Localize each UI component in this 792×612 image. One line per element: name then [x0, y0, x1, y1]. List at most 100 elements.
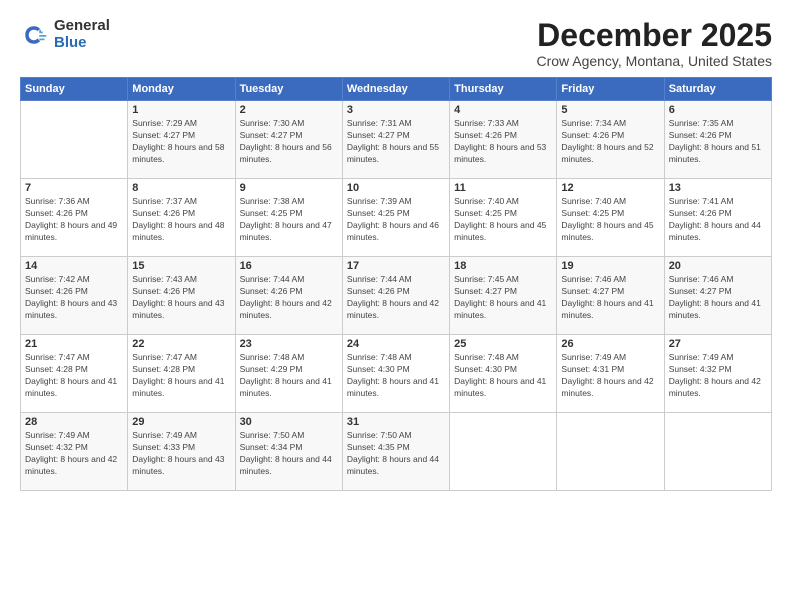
day-number: 8: [132, 182, 230, 194]
calendar-cell: 13 Sunrise: 7:41 AMSunset: 4:26 PMDayligh…: [664, 179, 771, 257]
calendar-cell: 2 Sunrise: 7:30 AMSunset: 4:27 PMDaylight…: [235, 101, 342, 179]
calendar-cell: 3 Sunrise: 7:31 AMSunset: 4:27 PMDaylight…: [342, 101, 449, 179]
day-number: 3: [347, 104, 445, 116]
calendar-cell: 22Sunrise: 7:47 AMSunset: 4:28 PMDayligh…: [128, 335, 235, 413]
header-wednesday: Wednesday: [342, 78, 449, 101]
cell-info: Sunrise: 7:41 AMSunset: 4:26 PMDaylight:…: [669, 196, 767, 244]
cell-info: Sunrise: 7:50 AMSunset: 4:34 PMDaylight:…: [240, 430, 338, 478]
cell-info: Sunrise: 7:33 AMSunset: 4:26 PMDaylight:…: [454, 118, 552, 166]
day-number: 12: [561, 182, 659, 194]
calendar-cell: 28Sunrise: 7:49 AMSunset: 4:32 PMDayligh…: [21, 413, 128, 491]
week-row-1: 7 Sunrise: 7:36 AMSunset: 4:26 PMDaylight…: [21, 179, 772, 257]
calendar-cell: 21Sunrise: 7:47 AMSunset: 4:28 PMDayligh…: [21, 335, 128, 413]
day-number: 30: [240, 416, 338, 428]
calendar-cell: 10Sunrise: 7:39 AMSunset: 4:25 PMDayligh…: [342, 179, 449, 257]
calendar-cell: 5Sunrise: 7:34 AMSunset: 4:26 PMDaylight…: [557, 101, 664, 179]
cell-info: Sunrise: 7:36 AMSunset: 4:26 PMDaylight:…: [25, 196, 123, 244]
location-subtitle: Crow Agency, Montana, United States: [536, 53, 772, 69]
day-number: 16: [240, 260, 338, 272]
week-row-0: 1Sunrise: 7:29 AMSunset: 4:27 PMDaylight…: [21, 101, 772, 179]
cell-info: Sunrise: 7:40 AMSunset: 4:25 PMDaylight:…: [561, 196, 659, 244]
cell-info: Sunrise: 7:49 AMSunset: 4:32 PMDaylight:…: [25, 430, 123, 478]
day-number: 7: [25, 182, 123, 194]
calendar-cell: [21, 101, 128, 179]
cell-info: Sunrise: 7:45 AMSunset: 4:27 PMDaylight:…: [454, 274, 552, 322]
day-number: 11: [454, 182, 552, 194]
calendar-cell: [664, 413, 771, 491]
calendar-cell: 9 Sunrise: 7:38 AMSunset: 4:25 PMDaylight…: [235, 179, 342, 257]
day-number: 20: [669, 260, 767, 272]
cell-info: Sunrise: 7:35 AMSunset: 4:26 PMDaylight:…: [669, 118, 767, 166]
calendar-cell: 16 Sunrise: 7:44 AMSunset: 4:26 PMDayligh…: [235, 257, 342, 335]
calendar-cell: 20 Sunrise: 7:46 AMSunset: 4:27 PMDayligh…: [664, 257, 771, 335]
day-number: 27: [669, 338, 767, 350]
cell-info: Sunrise: 7:48 AMSunset: 4:29 PMDaylight:…: [240, 352, 338, 400]
day-number: 31: [347, 416, 445, 428]
cell-info: Sunrise: 7:30 AMSunset: 4:27 PMDaylight:…: [240, 118, 338, 166]
cell-info: Sunrise: 7:29 AMSunset: 4:27 PMDaylight:…: [132, 118, 230, 166]
cell-info: Sunrise: 7:49 AMSunset: 4:31 PMDaylight:…: [561, 352, 659, 400]
logo-text: General Blue: [54, 18, 110, 51]
header-thursday: Thursday: [450, 78, 557, 101]
logo-blue: Blue: [54, 35, 110, 52]
cell-info: Sunrise: 7:37 AMSunset: 4:26 PMDaylight:…: [132, 196, 230, 244]
day-number: 21: [25, 338, 123, 350]
cell-info: Sunrise: 7:49 AMSunset: 4:32 PMDaylight:…: [669, 352, 767, 400]
logo: General Blue: [20, 18, 110, 51]
calendar-page: General Blue December 2025 Crow Agency, …: [0, 0, 792, 612]
day-number: 19: [561, 260, 659, 272]
calendar-cell: [450, 413, 557, 491]
cell-info: Sunrise: 7:46 AMSunset: 4:27 PMDaylight:…: [669, 274, 767, 322]
calendar-cell: 15Sunrise: 7:43 AMSunset: 4:26 PMDayligh…: [128, 257, 235, 335]
header: General Blue December 2025 Crow Agency, …: [20, 18, 772, 69]
calendar-cell: 31Sunrise: 7:50 AMSunset: 4:35 PMDayligh…: [342, 413, 449, 491]
calendar-cell: 12 Sunrise: 7:40 AMSunset: 4:25 PMDayligh…: [557, 179, 664, 257]
day-number: 2: [240, 104, 338, 116]
calendar-table: Sunday Monday Tuesday Wednesday Thursday…: [20, 77, 772, 491]
calendar-cell: 23 Sunrise: 7:48 AMSunset: 4:29 PMDayligh…: [235, 335, 342, 413]
day-number: 23: [240, 338, 338, 350]
calendar-cell: 8 Sunrise: 7:37 AMSunset: 4:26 PMDaylight…: [128, 179, 235, 257]
cell-info: Sunrise: 7:47 AMSunset: 4:28 PMDaylight:…: [132, 352, 230, 400]
day-number: 14: [25, 260, 123, 272]
cell-info: Sunrise: 7:49 AMSunset: 4:33 PMDaylight:…: [132, 430, 230, 478]
header-row: Sunday Monday Tuesday Wednesday Thursday…: [21, 78, 772, 101]
cell-info: Sunrise: 7:40 AMSunset: 4:25 PMDaylight:…: [454, 196, 552, 244]
calendar-cell: 27 Sunrise: 7:49 AMSunset: 4:32 PMDayligh…: [664, 335, 771, 413]
day-number: 9: [240, 182, 338, 194]
cell-info: Sunrise: 7:48 AMSunset: 4:30 PMDaylight:…: [454, 352, 552, 400]
header-friday: Friday: [557, 78, 664, 101]
day-number: 13: [669, 182, 767, 194]
calendar-header: Sunday Monday Tuesday Wednesday Thursday…: [21, 78, 772, 101]
calendar-cell: 30 Sunrise: 7:50 AMSunset: 4:34 PMDayligh…: [235, 413, 342, 491]
logo-general: General: [54, 18, 110, 35]
cell-info: Sunrise: 7:31 AMSunset: 4:27 PMDaylight:…: [347, 118, 445, 166]
cell-info: Sunrise: 7:44 AMSunset: 4:26 PMDaylight:…: [240, 274, 338, 322]
day-number: 26: [561, 338, 659, 350]
cell-info: Sunrise: 7:44 AMSunset: 4:26 PMDaylight:…: [347, 274, 445, 322]
calendar-cell: 26 Sunrise: 7:49 AMSunset: 4:31 PMDayligh…: [557, 335, 664, 413]
day-number: 6: [669, 104, 767, 116]
day-number: 17: [347, 260, 445, 272]
calendar-cell: [557, 413, 664, 491]
calendar-cell: 24Sunrise: 7:48 AMSunset: 4:30 PMDayligh…: [342, 335, 449, 413]
day-number: 18: [454, 260, 552, 272]
calendar-cell: 17 Sunrise: 7:44 AMSunset: 4:26 PMDayligh…: [342, 257, 449, 335]
calendar-cell: 4Sunrise: 7:33 AMSunset: 4:26 PMDaylight…: [450, 101, 557, 179]
logo-icon: [20, 21, 48, 49]
week-row-4: 28Sunrise: 7:49 AMSunset: 4:32 PMDayligh…: [21, 413, 772, 491]
calendar-cell: 7 Sunrise: 7:36 AMSunset: 4:26 PMDaylight…: [21, 179, 128, 257]
day-number: 29: [132, 416, 230, 428]
calendar-cell: 19 Sunrise: 7:46 AMSunset: 4:27 PMDayligh…: [557, 257, 664, 335]
calendar-cell: 14Sunrise: 7:42 AMSunset: 4:26 PMDayligh…: [21, 257, 128, 335]
cell-info: Sunrise: 7:46 AMSunset: 4:27 PMDaylight:…: [561, 274, 659, 322]
header-tuesday: Tuesday: [235, 78, 342, 101]
calendar-cell: 29 Sunrise: 7:49 AMSunset: 4:33 PMDayligh…: [128, 413, 235, 491]
week-row-3: 21 Sunrise: 7:47 AMSunset: 4:28 PMDayligh…: [21, 335, 772, 413]
cell-info: Sunrise: 7:48 AMSunset: 4:30 PMDaylight:…: [347, 352, 445, 400]
day-number: 10: [347, 182, 445, 194]
cell-info: Sunrise: 7:38 AMSunset: 4:25 PMDaylight:…: [240, 196, 338, 244]
title-area: December 2025 Crow Agency, Montana, Unit…: [536, 18, 772, 69]
week-row-2: 14Sunrise: 7:42 AMSunset: 4:26 PMDayligh…: [21, 257, 772, 335]
day-number: 15: [132, 260, 230, 272]
